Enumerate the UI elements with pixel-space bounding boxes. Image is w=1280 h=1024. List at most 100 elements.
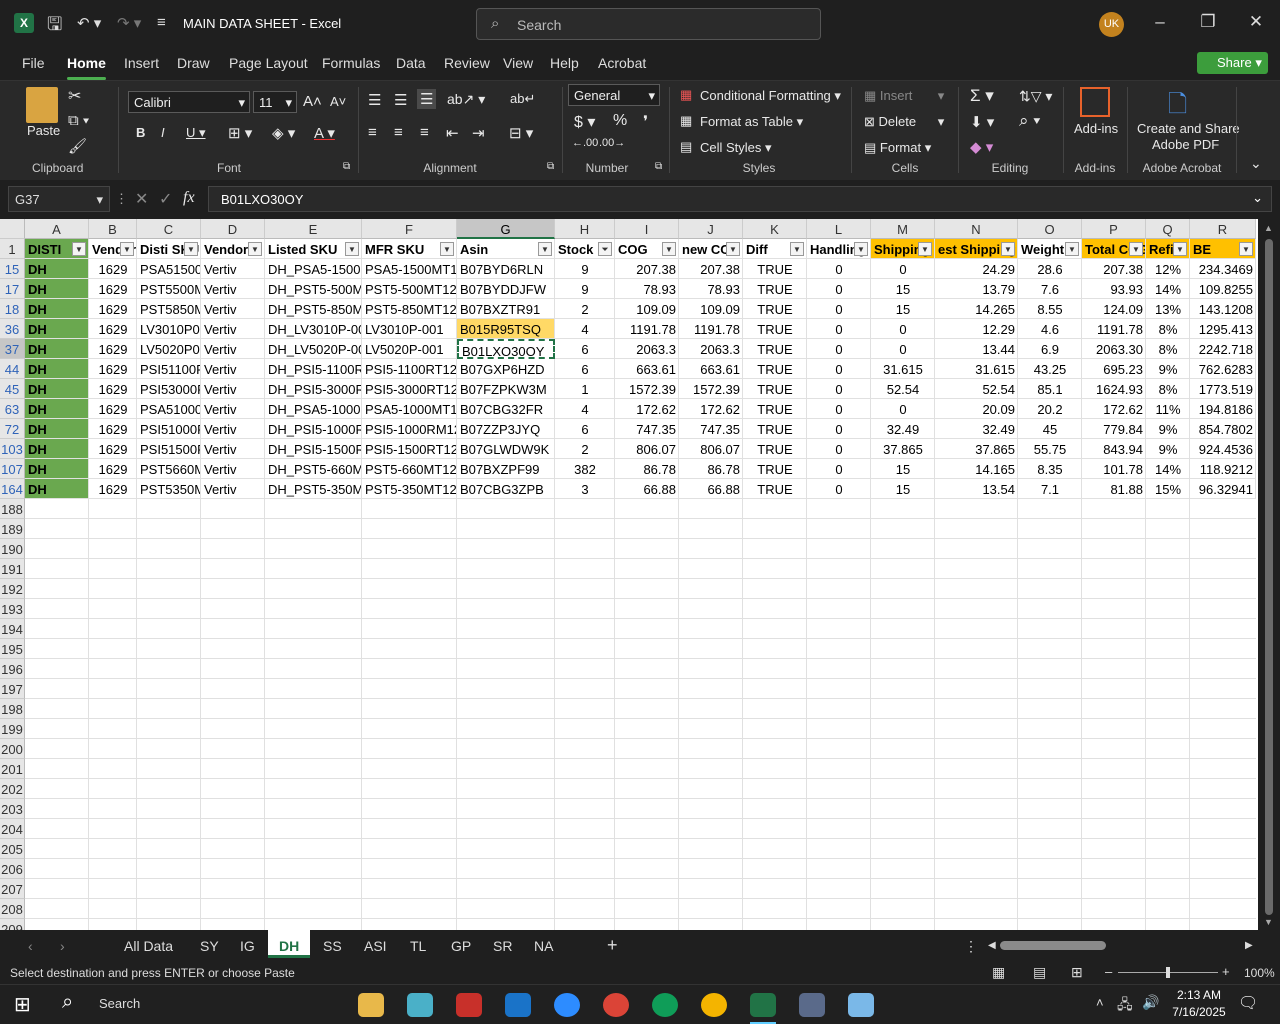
table-cell[interactable]: 118.9212 <box>1190 459 1256 479</box>
sheet-tab-tl[interactable]: TL <box>410 938 426 954</box>
table-cell[interactable]: 31.615 <box>935 359 1018 379</box>
filter-dropdown-icon[interactable]: ▼ <box>1239 242 1253 256</box>
table-cell[interactable]: 1629 <box>89 359 137 379</box>
sheet-tab-sr[interactable]: SR <box>493 938 512 954</box>
table-cell[interactable]: 9 <box>555 259 615 279</box>
table-cell[interactable]: 0 <box>807 479 871 499</box>
header-cell[interactable]: MFR SKU ▼ <box>362 239 457 259</box>
table-cell[interactable]: 6 <box>555 419 615 439</box>
tab-draw[interactable]: Draw <box>177 55 210 71</box>
align-top-icon[interactable]: ☰ <box>368 91 381 109</box>
table-cell[interactable]: 31.615 <box>871 359 935 379</box>
table-cell[interactable]: Vertiv <box>201 439 265 459</box>
table-cell[interactable]: 0 <box>807 299 871 319</box>
header-cell[interactable]: COG ▼ <box>615 239 679 259</box>
table-cell[interactable]: DH_LV5020P-00 <box>265 339 362 359</box>
table-cell[interactable]: B07ZZP3JYQ <box>457 419 555 439</box>
search-box[interactable]: ⌕ Search <box>476 8 821 40</box>
table-cell[interactable]: 1629 <box>89 259 137 279</box>
tab-page-layout[interactable]: Page Layout <box>229 55 308 71</box>
table-cell[interactable]: 2063.3 <box>615 339 679 359</box>
table-cell[interactable]: 86.78 <box>615 459 679 479</box>
row-header[interactable]: 196 <box>0 659 25 679</box>
font-color-icon[interactable]: A ▾ <box>314 124 335 142</box>
clear-icon[interactable]: ◆ ▾ <box>970 138 993 156</box>
row-header[interactable]: 206 <box>0 859 25 879</box>
table-cell[interactable]: 1629 <box>89 299 137 319</box>
filter-dropdown-icon[interactable]: ▼ <box>790 242 804 256</box>
table-cell[interactable]: 15 <box>871 299 935 319</box>
table-cell[interactable]: 8.35 <box>1018 459 1082 479</box>
table-cell[interactable]: 8% <box>1146 319 1190 339</box>
table-cell[interactable]: PST5350M <box>137 479 201 499</box>
table-cell[interactable]: 13.54 <box>935 479 1018 499</box>
table-cell[interactable]: 0 <box>807 459 871 479</box>
table-cell[interactable]: 9% <box>1146 419 1190 439</box>
row-header[interactable]: 195 <box>0 639 25 659</box>
table-cell[interactable]: 93.93 <box>1082 279 1146 299</box>
table-cell[interactable]: 20.09 <box>935 399 1018 419</box>
table-cell[interactable]: 8% <box>1146 379 1190 399</box>
table-cell[interactable]: 85.1 <box>1018 379 1082 399</box>
table-cell[interactable]: 1191.78 <box>615 319 679 339</box>
table-cell[interactable]: 14% <box>1146 459 1190 479</box>
decrease-font-icon[interactable]: A˅ <box>330 94 346 109</box>
table-cell[interactable]: 1624.93 <box>1082 379 1146 399</box>
empty-row[interactable] <box>25 899 1256 919</box>
tab-formulas[interactable]: Formulas <box>322 55 380 71</box>
table-cell[interactable]: DH <box>25 399 89 419</box>
table-cell[interactable]: PSA51000 <box>137 399 201 419</box>
row-header[interactable]: 103 <box>0 439 25 459</box>
row-header[interactable]: 107 <box>0 459 25 479</box>
empty-row[interactable] <box>25 519 1256 539</box>
filter-dropdown-icon[interactable]: ▼ <box>726 242 740 256</box>
table-cell[interactable]: Vertiv <box>201 359 265 379</box>
table-cell[interactable]: 37.865 <box>935 439 1018 459</box>
table-cell[interactable]: Vertiv <box>201 419 265 439</box>
table-cell[interactable]: PSI5-1100RT120 <box>362 359 457 379</box>
empty-row[interactable] <box>25 699 1256 719</box>
align-middle-icon[interactable]: ☰ <box>394 91 407 109</box>
row-header[interactable]: 192 <box>0 579 25 599</box>
table-cell[interactable]: DH <box>25 259 89 279</box>
row-header[interactable]: 197 <box>0 679 25 699</box>
align-left-icon[interactable]: ≡ <box>368 124 377 141</box>
row-header[interactable]: 15 <box>0 259 25 279</box>
table-cell[interactable]: 806.07 <box>615 439 679 459</box>
table-cell[interactable]: 43.25 <box>1018 359 1082 379</box>
cell-styles-button[interactable]: Cell Styles ▾ <box>700 140 772 156</box>
table-cell[interactable]: 0 <box>807 339 871 359</box>
fill-icon[interactable]: ⬇ ▾ <box>970 113 994 131</box>
table-cell[interactable]: 55.75 <box>1018 439 1082 459</box>
empty-row[interactable] <box>25 499 1256 519</box>
tab-acrobat[interactable]: Acrobat <box>598 55 646 71</box>
table-cell[interactable]: PSA5-1000MT1 <box>362 399 457 419</box>
table-cell[interactable]: 382 <box>555 459 615 479</box>
tab-file[interactable]: File <box>22 55 45 71</box>
table-cell[interactable]: LV3010P00 <box>137 319 201 339</box>
row-header[interactable]: 191 <box>0 559 25 579</box>
table-cell[interactable]: 747.35 <box>615 419 679 439</box>
autosum-icon[interactable]: Σ ▾ <box>970 86 994 106</box>
row-header[interactable]: 193 <box>0 599 25 619</box>
column-header[interactable]: E <box>265 219 362 239</box>
empty-row[interactable] <box>25 799 1256 819</box>
table-cell[interactable]: 0 <box>807 399 871 419</box>
find-select-icon[interactable]: ⌕ ▾ <box>1019 111 1040 131</box>
table-cell[interactable]: B07BYD6RLN <box>457 259 555 279</box>
create-and-share-button[interactable]: Create and Share <box>1137 121 1240 136</box>
row-header[interactable]: 44 <box>0 359 25 379</box>
table-cell[interactable]: 1 <box>555 379 615 399</box>
table-cell[interactable]: PSI5-1500RT120 <box>362 439 457 459</box>
table-cell[interactable]: DH <box>25 479 89 499</box>
delete-cells-button[interactable]: ⊠ Delete ▾ <box>864 114 944 130</box>
table-cell[interactable]: 24.29 <box>935 259 1018 279</box>
header-cell[interactable]: Listed SKU ▼ <box>265 239 362 259</box>
table-cell[interactable]: 0 <box>807 279 871 299</box>
network-icon[interactable]: 🖧 <box>1117 994 1133 1018</box>
column-header[interactable]: C <box>137 219 201 239</box>
table-cell[interactable]: PSI5-1000RM12 <box>362 419 457 439</box>
empty-row[interactable] <box>25 659 1256 679</box>
sheet-tab-all-data[interactable]: All Data <box>124 938 173 954</box>
table-cell[interactable]: PST5-350MT120 <box>362 479 457 499</box>
